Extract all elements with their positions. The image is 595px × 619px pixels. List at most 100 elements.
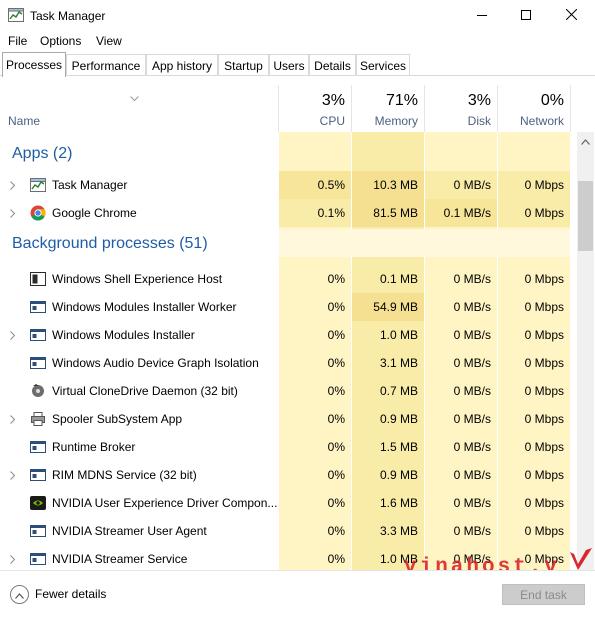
memory-value: 0.9 MB [379,412,418,426]
tab-startup[interactable]: Startup [218,54,269,76]
table-row[interactable]: Virtual CloneDrive Daemon (32 bit) 0% 0.… [0,377,577,405]
menu-file[interactable]: File [8,34,27,48]
memory-value: 0.1 MB [379,272,418,286]
network-value: 0 Mbps [524,384,564,398]
cpu-total-percent[interactable]: 3% [322,92,345,110]
disk-value: 0 MB/s [453,272,491,286]
process-name: Windows Modules Installer [52,328,195,342]
expand-chevron-icon[interactable] [10,553,16,567]
tab-details[interactable]: Details [309,54,356,76]
column-memory[interactable]: Memory [375,114,418,128]
disk-value: 0 MB/s [453,328,491,342]
tab-performance[interactable]: Performance [66,54,146,76]
network-value: 0 Mbps [524,178,564,192]
disk-value: 0 MB/s [453,384,491,398]
shell-host-icon [30,271,46,287]
process-name: Windows Modules Installer Worker [52,300,237,314]
disk-value: 0 MB/s [453,496,491,510]
network-total-percent[interactable]: 0% [541,92,564,110]
expand-chevron-icon[interactable] [10,413,16,427]
tab-app-history[interactable]: App history [146,54,218,76]
tab-processes[interactable]: Processes [2,52,66,77]
network-value: 0 Mbps [524,272,564,286]
cpu-value: 0% [327,552,345,566]
column-disk[interactable]: Disk [468,114,491,128]
network-value: 0 Mbps [524,440,564,454]
network-value: 0 Mbps [524,328,564,342]
chrome-icon [30,205,46,221]
memory-total-percent[interactable]: 71% [386,92,418,110]
table-row[interactable]: NVIDIA User Experience Driver Compon... … [0,489,577,517]
fewer-details-toggle[interactable] [10,585,29,604]
disk-total-percent[interactable]: 3% [468,92,491,110]
table-row[interactable]: Google Chrome 0.1% 81.5 MB 0.1 MB/s 0 Mb… [0,199,577,227]
maximize-button[interactable] [503,0,548,31]
cpu-value: 0% [327,384,345,398]
menu-view[interactable]: View [96,34,122,48]
cpu-value: 0% [327,468,345,482]
cpu-value: 0% [327,496,345,510]
scroll-up-button[interactable] [577,132,594,149]
task-manager-icon [30,177,46,193]
minimize-button[interactable] [459,0,504,31]
disk-value: 0 MB/s [453,412,491,426]
window-app-icon [30,355,46,371]
footer: Fewer details End task [0,570,595,619]
column-network[interactable]: Network [520,114,564,128]
tab-services[interactable]: Services [356,54,410,76]
expand-chevron-icon[interactable] [10,469,16,483]
vertical-scrollbar[interactable] [577,132,594,570]
table-row[interactable]: NVIDIA Streamer User Agent 0% 3.3 MB 0 M… [0,517,577,545]
memory-value: 54.9 MB [373,300,418,314]
close-button[interactable] [549,0,594,31]
cpu-value: 0% [327,328,345,342]
window-app-icon [30,299,46,315]
tab-divider [0,75,595,76]
expand-chevron-icon[interactable] [10,179,16,193]
scroll-thumb[interactable] [578,181,593,251]
menu-options[interactable]: Options [40,34,81,48]
process-name: Google Chrome [52,206,137,220]
expand-chevron-icon[interactable] [10,207,16,221]
table-row[interactable]: Spooler SubSystem App 0% 0.9 MB 0 MB/s 0… [0,405,577,433]
end-task-button[interactable]: End task [502,584,585,605]
table-row[interactable]: Windows Modules Installer 0% 1.0 MB 0 MB… [0,321,577,349]
table-row[interactable]: Windows Modules Installer Worker 0% 54.9… [0,293,577,321]
cpu-value: 0.5% [317,178,345,192]
memory-value: 1.5 MB [379,440,418,454]
memory-value: 0.7 MB [379,384,418,398]
process-list[interactable]: Apps (2) Task Manager 0.5% 10.3 MB 0 MB/… [0,132,577,570]
process-name: Windows Audio Device Graph Isolation [52,356,259,370]
window-app-icon [30,467,46,483]
memory-value: 10.3 MB [373,178,418,192]
table-row[interactable]: Task Manager 0.5% 10.3 MB 0 MB/s 0 Mbps [0,171,577,199]
table-row[interactable]: Windows Audio Device Graph Isolation 0% … [0,349,577,377]
group-header-background: Background processes (51) [0,229,577,257]
fewer-details-link[interactable]: Fewer details [35,587,106,601]
column-name[interactable]: Name [8,114,40,128]
nvidia-icon [30,495,46,511]
window-app-icon [30,523,46,539]
window-title: Task Manager [30,9,106,23]
column-cpu[interactable]: CPU [320,114,345,128]
sort-chevron-icon[interactable] [130,91,139,105]
window-app-icon [30,439,46,455]
chevron-up-icon [581,134,590,148]
memory-value: 0.9 MB [379,468,418,482]
memory-value: 1.0 MB [379,328,418,342]
table-row[interactable]: Windows Shell Experience Host 0% 0.1 MB … [0,265,577,293]
process-name: Virtual CloneDrive Daemon (32 bit) [52,384,238,398]
column-divider [351,85,352,132]
disk-value: 0 MB/s [453,178,491,192]
disk-value: 0.1 MB/s [443,206,491,220]
chevron-up-icon [15,588,24,602]
column-divider [424,85,425,132]
expand-chevron-icon[interactable] [10,329,16,343]
tab-users[interactable]: Users [269,54,309,76]
network-value: 0 Mbps [524,468,564,482]
table-row[interactable]: RIM MDNS Service (32 bit) 0% 0.9 MB 0 MB… [0,461,577,489]
window-app-icon [30,551,46,567]
table-row[interactable]: Runtime Broker 0% 1.5 MB 0 MB/s 0 Mbps [0,433,577,461]
disk-value: 0 MB/s [453,468,491,482]
disk-value: 0 MB/s [453,440,491,454]
